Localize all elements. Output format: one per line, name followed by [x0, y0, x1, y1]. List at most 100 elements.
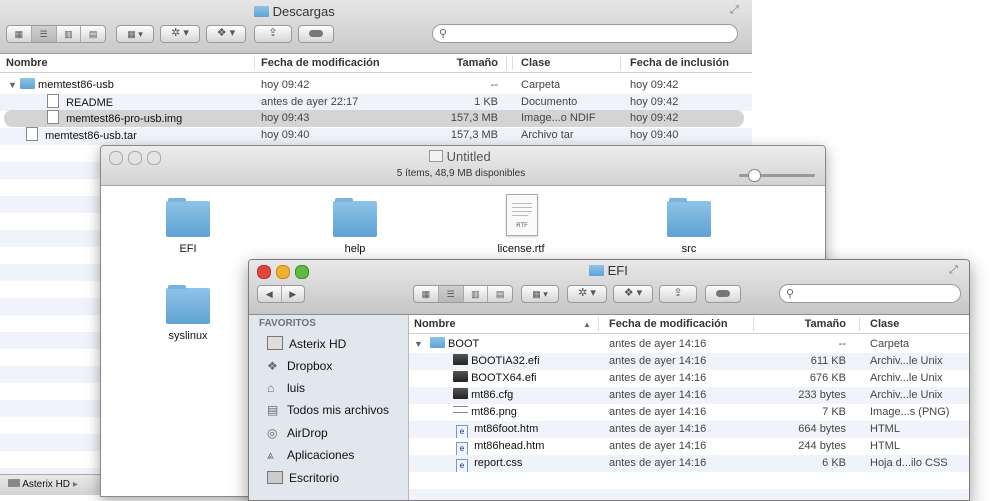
arrange-button[interactable]: ▦ ▾ — [521, 285, 559, 303]
header-name[interactable]: Nombre — [6, 55, 48, 72]
table-row[interactable]: README — [47, 94, 247, 111]
view-mode-control[interactable]: ▦ ☰ ▥ ▤ — [413, 285, 513, 303]
table-row[interactable]: ▼ BOOT — [414, 336, 594, 353]
sidebar-item-desktop[interactable]: Escritorio — [267, 469, 339, 487]
search-field[interactable]: ⚲ — [432, 24, 738, 43]
folder-icon[interactable] — [667, 198, 711, 237]
list-view-icon[interactable]: ☰ — [31, 26, 57, 42]
row-kind: Carpeta — [870, 338, 910, 350]
row-size: 233 bytes — [798, 389, 846, 401]
row-name: mt86foot.htm — [474, 423, 539, 435]
tag-button[interactable] — [705, 285, 741, 303]
action-button[interactable]: ✲ ▾ — [160, 25, 200, 43]
window-title-text: Descargas — [272, 4, 335, 19]
row-name: mt86.png — [471, 406, 517, 418]
table-row[interactable]: ▼ memtest86-usb — [8, 77, 248, 94]
minimize-button[interactable] — [276, 265, 290, 279]
column-view-icon[interactable]: ▥ — [57, 26, 82, 42]
header-kind[interactable]: Clase — [870, 316, 899, 333]
path-item[interactable]: Asterix HD ▸ — [8, 478, 78, 492]
path-separator: ▸ — [72, 479, 78, 490]
dropbox-button[interactable]: ❖ ▾ — [613, 285, 653, 303]
row-modified: hoy 09:43 — [261, 112, 310, 124]
table-row[interactable]: e mt86head.htm — [456, 438, 596, 455]
row-kind: Image...s (PNG) — [870, 406, 950, 418]
row-kind: Image...o NDIF — [521, 112, 596, 124]
disclosure-triangle-icon[interactable]: ▼ — [8, 80, 17, 90]
downloads-folder-icon — [254, 6, 269, 17]
table-row[interactable]: BOOTIA32.efi — [453, 353, 593, 370]
sidebar-item-luis[interactable]: ⌂ luis — [267, 379, 305, 397]
zoom-button[interactable] — [295, 265, 309, 279]
table-row[interactable]: mt86.cfg — [453, 387, 593, 404]
sidebar-item-asterix-hd[interactable]: Asterix HD — [267, 335, 346, 353]
arrange-button[interactable]: ▦ ▾ — [116, 25, 154, 43]
coverflow-view-icon[interactable]: ▤ — [488, 286, 512, 302]
column-view-icon[interactable]: ▥ — [464, 286, 489, 302]
all-files-icon: ▤ — [267, 403, 279, 417]
share-button[interactable]: ⇪ — [254, 25, 292, 43]
dropbox-button[interactable]: ❖ ▾ — [206, 25, 246, 43]
row-name: report.css — [474, 457, 523, 469]
icon-view-icon[interactable]: ▦ — [7, 26, 32, 42]
header-modified[interactable]: Fecha de modificación — [609, 316, 728, 333]
search-field[interactable]: ⚲ — [779, 284, 961, 303]
header-size[interactable]: Tamaño — [769, 316, 846, 333]
sort-ascending-icon: ▲ — [583, 320, 591, 329]
disk-image-icon — [47, 110, 59, 124]
image-file-icon — [453, 406, 468, 413]
back-icon[interactable]: ◀ — [258, 286, 282, 302]
row-size: -- — [838, 338, 846, 350]
header-size[interactable]: Tamaño — [430, 55, 498, 72]
fullscreen-icon[interactable]: ⤢ — [949, 264, 958, 277]
row-kind: Hoja d...ilo CSS — [870, 457, 948, 469]
action-button[interactable]: ✲ ▾ — [567, 285, 607, 303]
window-title: Descargas — [254, 4, 414, 20]
sidebar-item-all-files[interactable]: ▤ Todos mis archivos — [267, 401, 389, 419]
coverflow-view-icon[interactable]: ▤ — [81, 26, 105, 42]
folder-icon[interactable] — [333, 198, 377, 237]
header-added[interactable]: Fecha de inclusión — [630, 55, 729, 72]
folder-icon[interactable] — [166, 285, 210, 324]
view-mode-control[interactable]: ▦ ☰ ▥ ▤ — [6, 25, 106, 43]
sidebar-item-applications[interactable]: ⩓ Aplicaciones — [267, 446, 354, 464]
table-row[interactable]: mt86.png — [453, 404, 593, 421]
minimize-button[interactable] — [128, 151, 142, 165]
table-row[interactable]: e report.css — [456, 455, 596, 472]
sidebar-item-label: AirDrop — [287, 426, 328, 440]
disclosure-triangle-icon[interactable]: ▼ — [414, 339, 423, 349]
row-size: 157,3 MB — [450, 129, 498, 141]
row-added: hoy 09:42 — [630, 79, 679, 91]
header-name[interactable]: Nombre — [414, 316, 456, 333]
folder-icon[interactable] — [166, 198, 210, 237]
table-row[interactable]: memtest86-pro-usb.img — [47, 110, 247, 127]
share-button[interactable]: ⇪ — [659, 285, 697, 303]
sidebar-heading: FAVORITOS — [259, 318, 316, 329]
tag-button[interactable] — [298, 25, 334, 43]
hard-drive-icon — [267, 336, 283, 350]
slider-knob[interactable] — [748, 169, 761, 182]
row-name: BOOT — [448, 338, 480, 350]
html-file-icon: e — [456, 442, 468, 455]
table-row[interactable]: memtest86-usb.tar — [26, 127, 246, 144]
row-added: hoy 09:42 — [630, 96, 679, 108]
icon-view-icon[interactable]: ▦ — [414, 286, 439, 302]
header-modified[interactable]: Fecha de modificación — [261, 55, 380, 72]
fullscreen-icon[interactable]: ⤢ — [730, 4, 739, 17]
forward-icon[interactable]: ▶ — [282, 286, 305, 302]
close-button[interactable] — [257, 265, 271, 279]
back-forward-control[interactable]: ◀ ▶ — [257, 285, 305, 303]
sidebar-item-dropbox[interactable]: ❖ Dropbox — [267, 357, 332, 375]
header-kind[interactable]: Clase — [521, 55, 550, 72]
table-row[interactable]: e mt86foot.htm — [456, 421, 596, 438]
zoom-button[interactable] — [147, 151, 161, 165]
list-view-icon[interactable]: ☰ — [438, 286, 464, 302]
search-icon: ⚲ — [439, 28, 448, 40]
row-modified: antes de ayer 14:16 — [609, 440, 707, 452]
sidebar-item-airdrop[interactable]: ◎ AirDrop — [267, 424, 328, 442]
close-button[interactable] — [109, 151, 123, 165]
window-title-text: EFI — [607, 263, 628, 278]
sidebar-item-label: Dropbox — [287, 359, 333, 373]
rtf-document-icon[interactable]: RTF — [506, 194, 538, 236]
table-row[interactable]: BOOTX64.efi — [453, 370, 593, 387]
